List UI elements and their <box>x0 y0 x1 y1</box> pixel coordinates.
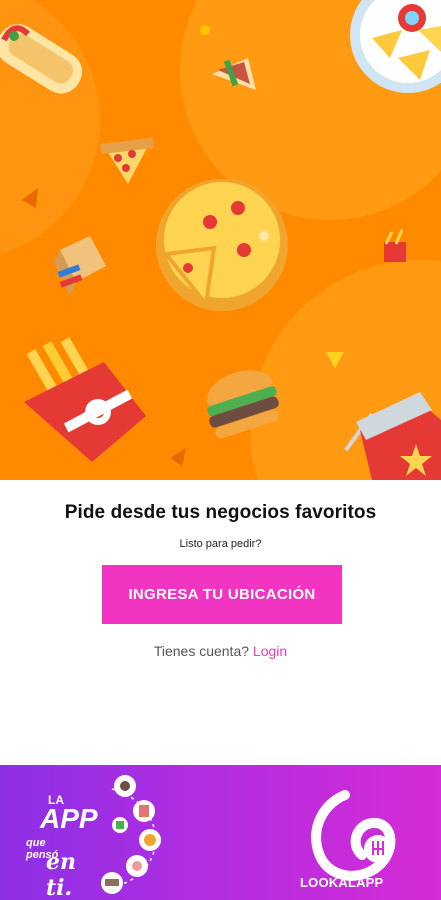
fries-icon <box>24 337 146 462</box>
enter-location-button[interactable]: INGRESA TU UBICACIÓN <box>102 565 342 624</box>
login-link[interactable]: Login <box>253 643 287 659</box>
logo-icon <box>311 790 396 881</box>
promo-banner: LA APP que pensó en ti. LOOKALAPP <box>0 765 441 900</box>
login-row: Tienes cuenta? Login <box>0 643 441 659</box>
food-bubbles <box>101 775 161 894</box>
noodle-cup-icon <box>384 229 406 262</box>
brand-name: LOOKALAPP <box>300 875 384 890</box>
subheadline: Listo para pedir? <box>179 538 262 550</box>
headline: Pide desde tus negocios favoritos <box>64 502 377 523</box>
tagline-con: en ti. <box>46 849 76 900</box>
onboarding-screen: Pide desde tus negocios favoritos Listo … <box>0 0 441 900</box>
tagline-app: APP <box>40 803 98 834</box>
drink-box-icon <box>54 236 106 296</box>
account-prompt: Tienes cuenta? <box>153 643 250 659</box>
welcome-section: Pide desde tus negocios favoritos Listo … <box>0 480 441 765</box>
food-illustration <box>0 0 441 480</box>
pizza-icon <box>156 179 288 311</box>
pizza-slice-icon <box>100 138 154 184</box>
dot-decoration <box>200 25 210 35</box>
